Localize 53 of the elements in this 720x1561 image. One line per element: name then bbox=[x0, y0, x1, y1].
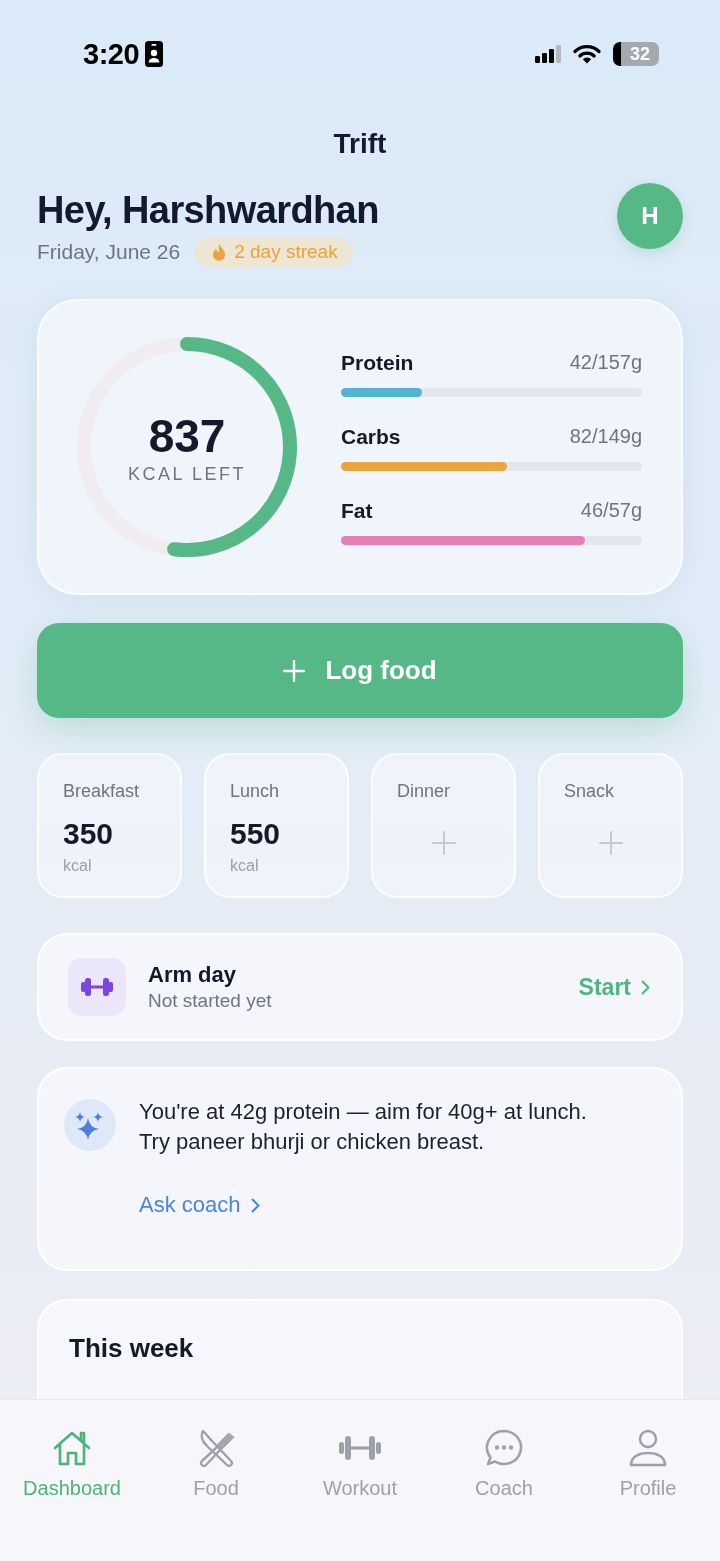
plus-icon bbox=[283, 659, 306, 682]
signal-icon bbox=[535, 45, 561, 63]
macro-name: Protein bbox=[341, 350, 414, 375]
streak-label: 2 day streak bbox=[234, 241, 338, 263]
macro-reading: 46/57g bbox=[580, 499, 642, 522]
ask-coach-link[interactable]: Ask coach bbox=[139, 1190, 260, 1220]
nav-tab[interactable]: Workout bbox=[322, 1428, 398, 1500]
meal-unit: kcal bbox=[63, 856, 93, 876]
meal-name: Lunch bbox=[230, 780, 281, 803]
chat-bubble-icon bbox=[484, 1428, 524, 1468]
avatar-initial[interactable]: H bbox=[617, 183, 683, 249]
meal-name: Snack bbox=[564, 780, 616, 803]
macro-reading: 42/157g bbox=[569, 351, 642, 374]
workout-status: Not started yet bbox=[148, 988, 273, 1013]
workout-title: Arm day bbox=[148, 960, 238, 988]
app-title: Trift bbox=[332, 127, 388, 161]
contact-card-icon bbox=[145, 41, 164, 67]
log-food-button[interactable]: Log food bbox=[37, 623, 683, 718]
calories-left-value: 837 bbox=[148, 409, 226, 462]
meal-calories: 350 bbox=[63, 816, 115, 852]
start-button[interactable]: Start bbox=[578, 973, 650, 1001]
dumbbell-icon bbox=[68, 958, 126, 1016]
macro-name: Carbs bbox=[341, 424, 401, 449]
meal-name: Breakfast bbox=[63, 780, 141, 803]
greeting: Hey, Harshwardhan bbox=[37, 188, 379, 233]
meal-tile[interactable]: Snack bbox=[538, 753, 683, 898]
workout-card[interactable]: Arm day Not started yet Start bbox=[37, 933, 683, 1041]
add-icon bbox=[598, 830, 623, 855]
meal-unit: kcal bbox=[230, 856, 260, 876]
meal-tile[interactable]: Breakfast 350 kcal bbox=[37, 753, 182, 898]
section-title: This week bbox=[69, 1333, 194, 1363]
battery-indicator: 32 bbox=[613, 42, 659, 66]
date-text: Friday, June 26 bbox=[37, 240, 181, 264]
meal-tile[interactable]: Lunch 550 kcal bbox=[204, 753, 349, 898]
coach-tip-text: You're at 42g protein — aim for 40g+ at lunch. Try paneer bhurji or chicken breast. bbox=[139, 1098, 588, 1156]
sparkle-icon bbox=[64, 1099, 116, 1151]
macro-name: Fat bbox=[341, 498, 373, 523]
meal-calories: 550 bbox=[230, 816, 282, 852]
add-icon bbox=[431, 830, 456, 855]
chevron-right-icon bbox=[641, 979, 650, 995]
macro-reading: 82/149g bbox=[569, 425, 642, 448]
calories-left-label: KCAL LEFT bbox=[128, 463, 246, 485]
chevron-right-icon bbox=[250, 1197, 260, 1213]
nav-tab[interactable]: Food bbox=[193, 1428, 239, 1500]
nav-tab[interactable]: Profile bbox=[619, 1428, 677, 1500]
status-time: 3:20 bbox=[83, 37, 140, 71]
nav-tab[interactable]: Coach bbox=[475, 1428, 533, 1500]
meal-tile[interactable]: Dinner bbox=[371, 753, 516, 898]
person-icon bbox=[628, 1428, 668, 1468]
nav-tab[interactable]: Dashboard bbox=[23, 1428, 121, 1500]
flame-icon bbox=[212, 243, 227, 261]
meal-name: Dinner bbox=[397, 780, 452, 803]
wifi-icon bbox=[573, 44, 601, 64]
